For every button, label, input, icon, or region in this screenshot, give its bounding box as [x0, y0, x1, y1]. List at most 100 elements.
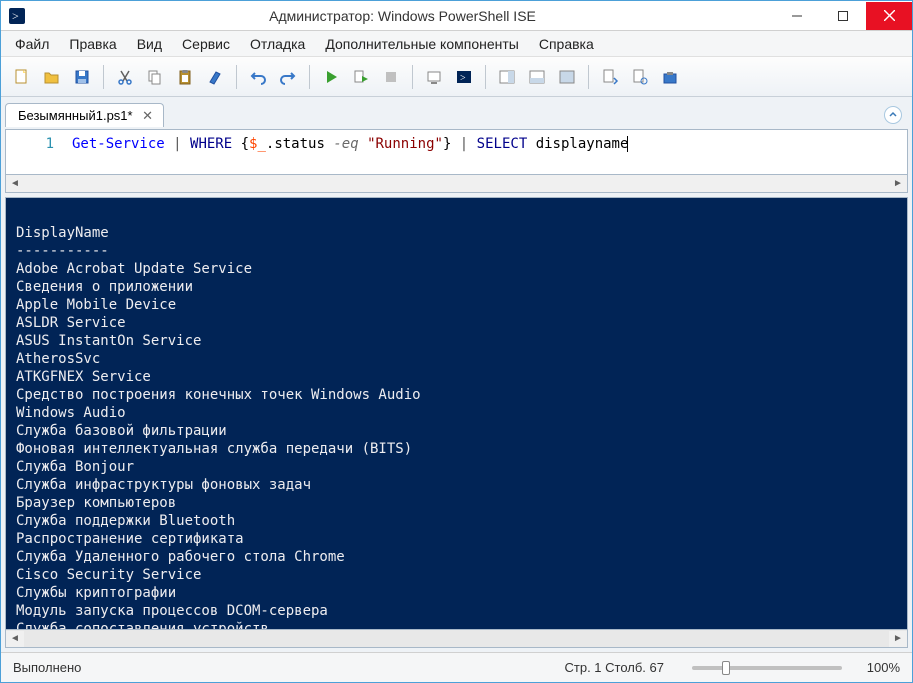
- token-keyword: WHERE: [190, 136, 232, 152]
- zoom-percent: 100%: [854, 660, 900, 675]
- console-line: Windows Audio: [16, 405, 126, 421]
- token-pipe: |: [165, 136, 190, 152]
- redo-button[interactable]: [275, 64, 301, 90]
- token-arg: displayname: [536, 136, 629, 152]
- window-controls: [774, 2, 912, 30]
- collapse-script-button[interactable]: [884, 106, 902, 124]
- token-space: [527, 136, 535, 152]
- token-operator: -eq: [333, 136, 358, 152]
- console-line: Служба Удаленного рабочего стола Chrome: [16, 549, 345, 565]
- layout-full-button[interactable]: [554, 64, 580, 90]
- paste-button[interactable]: [172, 64, 198, 90]
- console-line: Служба Bonjour: [16, 459, 134, 475]
- line-gutter: 1: [6, 130, 66, 174]
- layout-right-button[interactable]: [494, 64, 520, 90]
- menu-tools[interactable]: Сервис: [172, 33, 240, 55]
- status-state: Выполнено: [13, 660, 549, 675]
- close-button[interactable]: [866, 2, 912, 30]
- app-icon: >: [9, 8, 25, 24]
- run-button[interactable]: [318, 64, 344, 90]
- stop-button[interactable]: [378, 64, 404, 90]
- titlebar: > Администратор: Windows PowerShell ISE: [1, 1, 912, 31]
- script-editor[interactable]: 1 Get-Service | WHERE {$_.status -eq "Ru…: [5, 129, 908, 175]
- console-line: ASUS InstantOn Service: [16, 333, 201, 349]
- toolbar-separator: [309, 65, 310, 89]
- console-line: Служба поддержки Bluetooth: [16, 513, 235, 529]
- menu-edit[interactable]: Правка: [59, 33, 126, 55]
- run-selection-button[interactable]: [348, 64, 374, 90]
- toolbox-button[interactable]: [657, 64, 683, 90]
- menu-addons[interactable]: Дополнительные компоненты: [315, 33, 529, 55]
- svg-text:>: >: [12, 9, 19, 23]
- cut-button[interactable]: [112, 64, 138, 90]
- menu-help[interactable]: Справка: [529, 33, 604, 55]
- powershell-tab-button[interactable]: >: [451, 64, 477, 90]
- status-cursor-pos: Стр. 1 Столб. 67: [549, 660, 681, 675]
- undo-button[interactable]: [245, 64, 271, 90]
- new-file-button[interactable]: [9, 64, 35, 90]
- token-string: "Running": [367, 136, 443, 152]
- content-area: Безымянный1.ps1* ✕ 1 Get-Service | WHERE…: [1, 97, 912, 652]
- open-button[interactable]: [39, 64, 65, 90]
- scroll-left-arrow[interactable]: ◄: [6, 631, 24, 647]
- console-line: Фоновая интеллектуальная служба передачи…: [16, 441, 412, 457]
- console-line: ATKGFNEX Service: [16, 369, 151, 385]
- console-line: Cisco Security Service: [16, 567, 201, 583]
- statusbar: Выполнено Стр. 1 Столб. 67 100%: [1, 652, 912, 682]
- console-line: Служба базовой фильтрации: [16, 423, 227, 439]
- scroll-track[interactable]: [24, 631, 889, 647]
- clear-button[interactable]: [202, 64, 228, 90]
- toolbar-separator: [236, 65, 237, 89]
- console-line: Службы криптографии: [16, 585, 176, 601]
- token-space: [359, 136, 367, 152]
- code-area[interactable]: Get-Service | WHERE {$_.status -eq "Runn…: [66, 130, 907, 174]
- maximize-button[interactable]: [820, 2, 866, 30]
- toolbar-separator: [485, 65, 486, 89]
- menu-file[interactable]: Файл: [5, 33, 59, 55]
- console-line: AtherosSvc: [16, 351, 100, 367]
- toolbar: >: [1, 57, 912, 97]
- app-window: > Администратор: Windows PowerShell ISE …: [0, 0, 913, 683]
- token-pipe: |: [451, 136, 476, 152]
- tab-label: Безымянный1.ps1*: [18, 108, 133, 123]
- zoom-slider-thumb[interactable]: [722, 661, 730, 675]
- token-variable: $_: [249, 136, 266, 152]
- save-button[interactable]: [69, 64, 95, 90]
- new-remote-button[interactable]: [421, 64, 447, 90]
- token-keyword: SELECT: [477, 136, 528, 152]
- toolbar-separator: [103, 65, 104, 89]
- tabbar-right: [884, 106, 908, 124]
- toolbar-separator: [588, 65, 589, 89]
- editor-hscrollbar[interactable]: ◄ ►: [5, 175, 908, 193]
- zoom-slider[interactable]: [692, 666, 842, 670]
- console-header: DisplayName: [16, 225, 109, 241]
- layout-bottom-button[interactable]: [524, 64, 550, 90]
- minimize-button[interactable]: [774, 2, 820, 30]
- console-hscrollbar[interactable]: ◄ ►: [5, 630, 908, 648]
- console-output[interactable]: DisplayName ----------- Adobe Acrobat Up…: [5, 197, 908, 630]
- console-line: Служба сопоставления устройств: [16, 621, 269, 630]
- copy-button[interactable]: [142, 64, 168, 90]
- console-line: Служба инфраструктуры фоновых задач: [16, 477, 311, 493]
- scroll-right-arrow[interactable]: ►: [889, 631, 907, 647]
- console-line: Сведения о приложении: [16, 279, 193, 295]
- scroll-right-arrow[interactable]: ►: [889, 176, 907, 192]
- menu-view[interactable]: Вид: [127, 33, 172, 55]
- menu-debug[interactable]: Отладка: [240, 33, 315, 55]
- console-line: Adobe Acrobat Update Service: [16, 261, 252, 277]
- tab-close-button[interactable]: ✕: [141, 109, 155, 123]
- script-tab[interactable]: Безымянный1.ps1* ✕: [5, 103, 164, 127]
- svg-text:>: >: [460, 73, 466, 84]
- menubar: Файл Правка Вид Сервис Отладка Дополните…: [1, 31, 912, 57]
- show-script-button[interactable]: [597, 64, 623, 90]
- scroll-left-arrow[interactable]: ◄: [6, 176, 24, 192]
- toolbar-separator: [412, 65, 413, 89]
- console-line: Браузер компьютеров: [16, 495, 176, 511]
- scroll-track[interactable]: [24, 176, 889, 192]
- token-brace: {: [232, 136, 249, 152]
- line-number: 1: [46, 136, 54, 152]
- console-line: Средство построения конечных точек Windo…: [16, 387, 421, 403]
- show-command-button[interactable]: [627, 64, 653, 90]
- script-tabbar: Безымянный1.ps1* ✕: [5, 101, 908, 129]
- text-cursor: [627, 136, 628, 152]
